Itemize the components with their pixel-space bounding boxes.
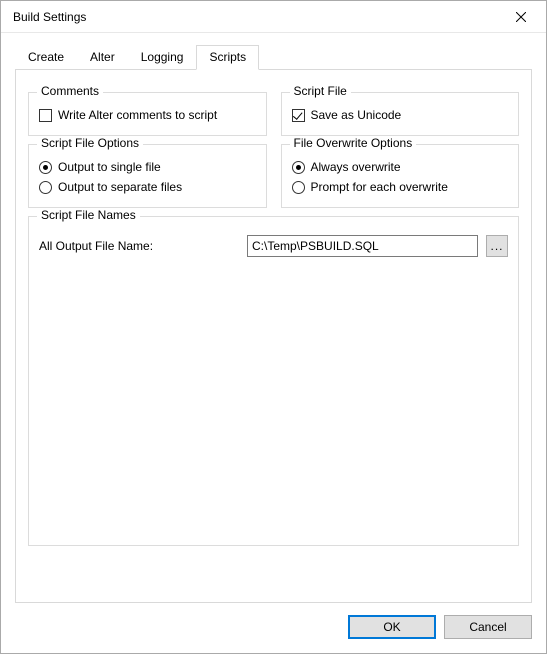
checkbox-label: Save as Unicode [311, 105, 402, 125]
all-output-file-label: All Output File Name: [39, 239, 239, 253]
all-output-file-input[interactable] [247, 235, 478, 257]
group-script-file: Script File Save as Unicode [281, 92, 520, 136]
close-icon [516, 12, 526, 22]
button-label: OK [383, 620, 400, 634]
titlebar: Build Settings [1, 1, 546, 33]
radio-output-separate-files[interactable]: Output to separate files [39, 177, 256, 197]
group-script-file-options: Script File Options Output to single fil… [28, 144, 267, 208]
group-file-overwrite-options: File Overwrite Options Always overwrite … [281, 144, 520, 208]
radio-icon [292, 181, 305, 194]
checkbox-save-as-unicode[interactable]: Save as Unicode [292, 105, 509, 125]
client-area: Create Alter Logging Scripts Comments Wr… [1, 33, 546, 653]
window-title: Build Settings [13, 10, 498, 24]
group-script-file-options-title: Script File Options [37, 136, 143, 150]
tab-scripts[interactable]: Scripts [196, 45, 259, 70]
checkbox-label: Write Alter comments to script [58, 105, 217, 125]
ok-button[interactable]: OK [348, 615, 436, 639]
group-script-file-names: Script File Names All Output File Name: … [28, 216, 519, 546]
checkbox-icon [292, 109, 305, 122]
tab-logging[interactable]: Logging [128, 45, 197, 69]
tab-alter[interactable]: Alter [77, 45, 128, 69]
group-comments: Comments Write Alter comments to script [28, 92, 267, 136]
radio-label: Prompt for each overwrite [311, 177, 448, 197]
group-comments-title: Comments [37, 84, 103, 98]
radio-label: Output to single file [58, 157, 161, 177]
group-file-overwrite-title: File Overwrite Options [290, 136, 417, 150]
checkbox-icon [39, 109, 52, 122]
dialog-buttons: OK Cancel [15, 603, 532, 639]
radio-icon [292, 161, 305, 174]
radio-label: Always overwrite [311, 157, 401, 177]
radio-prompt-each-overwrite[interactable]: Prompt for each overwrite [292, 177, 509, 197]
radio-icon [39, 181, 52, 194]
cancel-button[interactable]: Cancel [444, 615, 532, 639]
ellipsis-icon: ... [490, 239, 503, 253]
build-settings-dialog: Build Settings Create Alter Logging Scri… [0, 0, 547, 654]
radio-icon [39, 161, 52, 174]
radio-label: Output to separate files [58, 177, 182, 197]
tab-strip: Create Alter Logging Scripts [15, 45, 532, 69]
group-script-file-names-title: Script File Names [37, 208, 140, 222]
group-script-file-title: Script File [290, 84, 351, 98]
browse-button[interactable]: ... [486, 235, 508, 257]
radio-output-single-file[interactable]: Output to single file [39, 157, 256, 177]
tab-panel-scripts: Comments Write Alter comments to script … [15, 69, 532, 603]
checkbox-write-alter-comments[interactable]: Write Alter comments to script [39, 105, 256, 125]
radio-always-overwrite[interactable]: Always overwrite [292, 157, 509, 177]
button-label: Cancel [469, 620, 506, 634]
close-button[interactable] [498, 2, 544, 32]
tab-create[interactable]: Create [15, 45, 77, 69]
